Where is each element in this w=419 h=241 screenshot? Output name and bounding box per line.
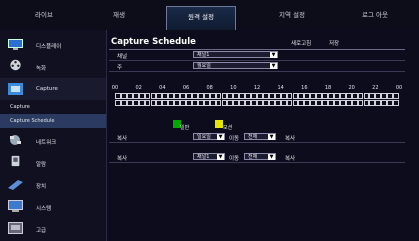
chevron-down-icon: ▼ — [270, 52, 277, 58]
sidebar-item-label: 시스템 — [36, 206, 52, 212]
sidebar-item-label: 네트워크 — [36, 140, 57, 146]
schedule-cell[interactable] — [393, 93, 399, 99]
sidebar-item-capture[interactable]: Capture — [0, 78, 106, 100]
sidebar-item-alarm[interactable]: 알람 — [0, 152, 106, 174]
tab-logout[interactable]: 로그 아웃 — [340, 5, 410, 25]
tab-live[interactable]: 라이브 — [14, 5, 74, 25]
day-value: 월요일 — [197, 63, 211, 69]
copy-to-select[interactable]: 전체 ▼ — [244, 133, 276, 140]
channel-select[interactable]: 채널1 ▼ — [193, 51, 278, 58]
copy-to-select[interactable]: 전체 ▼ — [244, 153, 276, 160]
hour-label: 04 — [159, 85, 166, 91]
legend-event-label: 모션 — [223, 125, 233, 131]
chevron-down-icon: ▼ — [217, 154, 224, 160]
refresh-button[interactable]: 새로고침 — [291, 39, 311, 47]
copy-to-value: 전체 — [248, 134, 258, 140]
page-title: Capture Schedule — [111, 37, 196, 47]
network-icon — [10, 135, 21, 145]
chevron-down-icon: ▼ — [268, 154, 275, 160]
advanced-icon — [8, 222, 23, 234]
copy-button[interactable]: 복사 — [285, 134, 295, 142]
copy-label: 복사 — [117, 136, 128, 142]
hour-label: 06 — [182, 85, 190, 91]
monitor-icon — [8, 39, 23, 50]
film-reel-icon — [10, 59, 21, 71]
copy-to-label: 이동 — [229, 136, 240, 142]
sidebar-item-label: 녹화 — [36, 66, 47, 72]
sidebar-item-record[interactable]: 녹화 — [0, 56, 106, 78]
chevron-down-icon: ▼ — [217, 134, 224, 140]
sidebar-item-label: Capture — [36, 86, 58, 92]
channel-row: 채널 채널1 ▼ — [109, 50, 405, 61]
copy-from-value: 일요일 — [197, 134, 211, 140]
copy-button[interactable]: 복사 — [285, 154, 295, 162]
legend-normal-label: 일반 — [180, 125, 190, 131]
hour-label: 18 — [324, 85, 332, 91]
sidebar-item-network[interactable]: 네트워크 — [0, 130, 106, 152]
sidebar-subitem-capture[interactable]: Capture — [0, 100, 106, 114]
device-icon — [8, 180, 23, 190]
capture-icon — [8, 83, 23, 95]
main-panel: Capture Schedule 새로고침 저장 채널 채널1 ▼ 주 월요일 … — [107, 30, 419, 241]
sidebar-item-label: 장치 — [36, 184, 47, 190]
hour-label: 14 — [277, 85, 284, 91]
copy-to-value: 전체 — [248, 154, 258, 160]
channel-value: 채널1 — [197, 52, 210, 58]
hour-label: 12 — [253, 85, 261, 91]
week-row: 주 월요일 ▼ — [109, 61, 405, 72]
copy-to-label: 이동 — [229, 156, 240, 162]
hour-label: 16 — [301, 85, 308, 91]
tab-search[interactable]: 재생 — [94, 5, 144, 25]
week-label: 주 — [117, 65, 123, 71]
alarm-icon — [11, 155, 20, 167]
top-navigation: 라이브 재생 원격 설정 지역 설정 로그 아웃 — [0, 0, 419, 31]
channel-label: 채널 — [117, 54, 128, 60]
chevron-down-icon: ▼ — [270, 63, 277, 69]
sidebar-item-label: 고급 — [36, 228, 47, 234]
hour-label: 22 — [372, 85, 379, 91]
tab-local-setup[interactable]: 지역 설정 — [262, 5, 322, 25]
system-icon — [8, 200, 23, 212]
day-select[interactable]: 월요일 ▼ — [193, 62, 278, 69]
hour-label: 00 — [395, 85, 403, 91]
sidebar-item-advanced[interactable]: 고급 — [0, 218, 106, 240]
save-button[interactable]: 저장 — [329, 39, 339, 47]
copy-from-select[interactable]: 일요일 ▼ — [193, 133, 225, 140]
hour-label: 10 — [230, 85, 237, 91]
sidebar-item-display[interactable]: 디스플레이 — [0, 34, 106, 56]
sidebar-item-system[interactable]: 시스템 — [0, 196, 106, 218]
hour-label: 02 — [135, 85, 142, 91]
legend-event-swatch — [215, 120, 223, 128]
sidebar-subitem-label: Capture Schedule — [10, 118, 55, 124]
schedule-cell[interactable] — [393, 100, 399, 106]
hour-label: 00 — [111, 85, 119, 91]
sidebar-item-device[interactable]: 장치 — [0, 174, 106, 196]
sidebar-subitem-capture-schedule[interactable]: Capture Schedule — [0, 114, 106, 128]
sidebar-item-label: 알람 — [36, 162, 47, 168]
tab-remote-setup[interactable]: 원격 설정 — [166, 6, 236, 31]
copy-from-value: 채널1 — [197, 154, 210, 160]
sidebar-item-label: 디스플레이 — [36, 44, 62, 50]
hour-label: 20 — [348, 85, 355, 91]
sidebar-subitem-label: Capture — [10, 104, 30, 110]
chevron-down-icon: ▼ — [268, 134, 275, 140]
sidebar: 디스플레이 녹화 Capture Capture Capture Schedul… — [0, 30, 107, 241]
copy-channel-row: 복사 채널1 ▼ 이동 전체 ▼ 복사 — [109, 152, 405, 163]
hour-label: 08 — [206, 85, 213, 91]
copy-day-row: 복사 일요일 ▼ 이동 전체 ▼ 복사 — [109, 132, 405, 143]
copy-label: 복사 — [117, 156, 128, 162]
copy-from-select[interactable]: 채널1 ▼ — [193, 153, 225, 160]
